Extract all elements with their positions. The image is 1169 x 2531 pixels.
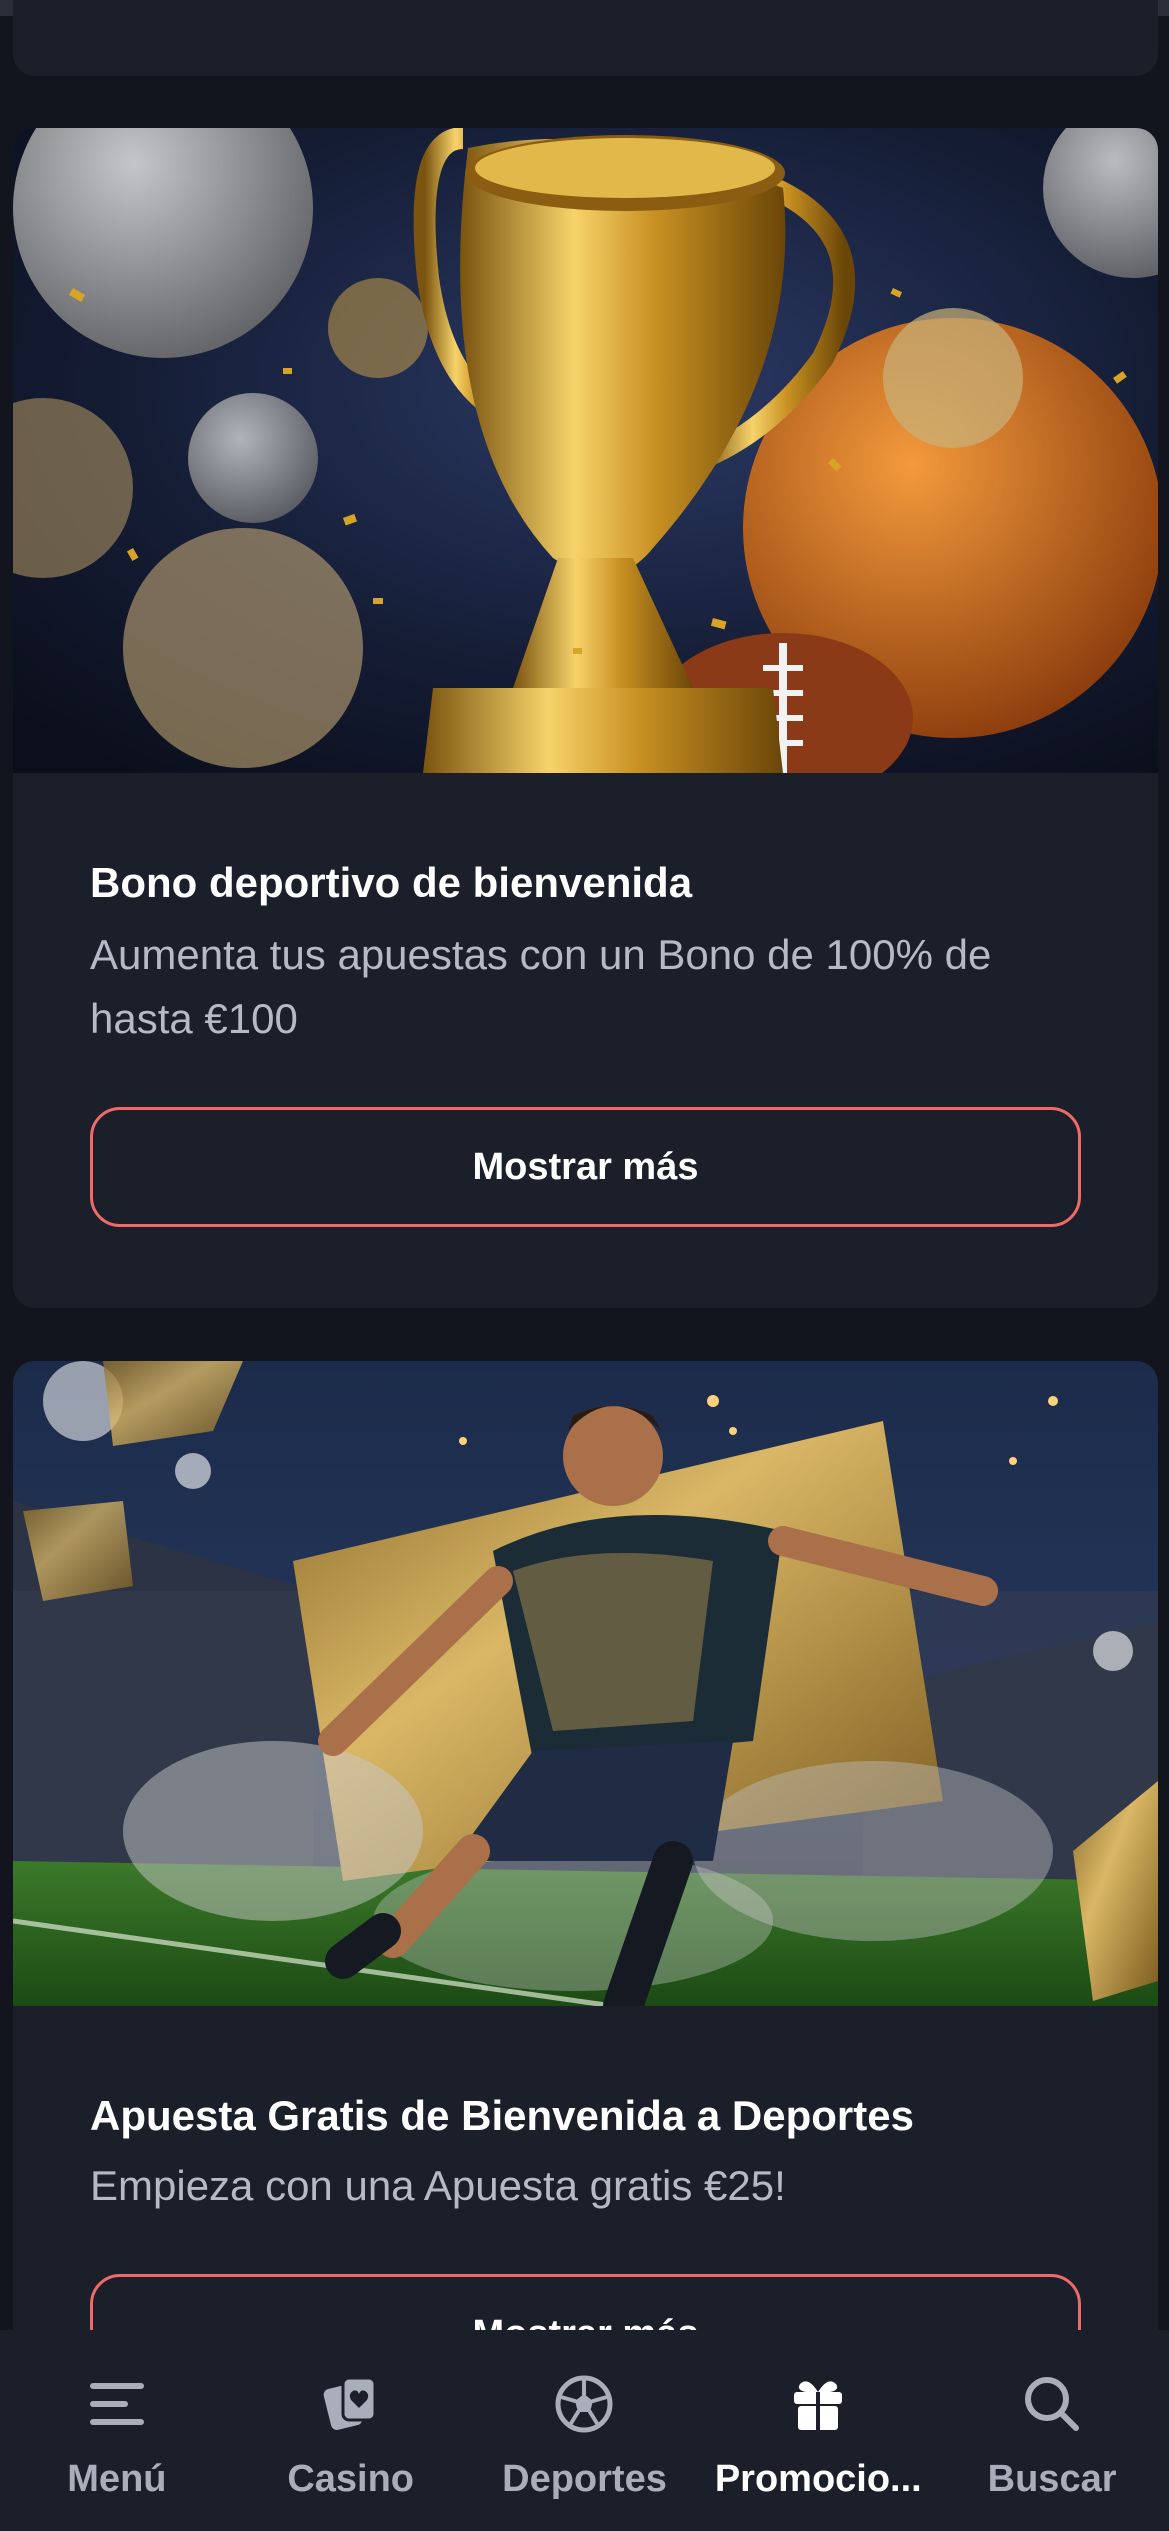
promo-title: Apuesta Gratis de Bienvenida a Deportes bbox=[90, 2092, 914, 2139]
soccer-ball-icon bbox=[555, 2375, 613, 2433]
previous-promo-card bbox=[13, 0, 1158, 76]
football-player-ticket-image bbox=[13, 1361, 1158, 2006]
nav-label: Casino bbox=[287, 2458, 415, 2500]
nav-item-casino[interactable]: Casino bbox=[236, 2330, 466, 2501]
trophy-sports-image bbox=[13, 128, 1158, 773]
nav-label: Menú bbox=[67, 2458, 167, 2500]
bottom-navigation: Menú Casino Deportes Promocio... Buscar bbox=[0, 2330, 1169, 2531]
promo-description: Aumenta tus apuestas con un Bono de 100%… bbox=[90, 931, 992, 1042]
promotions-page: Bono deportivo de bienvenida Aumenta tus… bbox=[0, 0, 1169, 2531]
nav-label: Deportes bbox=[502, 2458, 667, 2500]
menu-icon bbox=[89, 2383, 144, 2425]
nav-item-search[interactable]: Buscar bbox=[937, 2330, 1167, 2501]
search-icon bbox=[1025, 2377, 1080, 2431]
show-more-button[interactable]: Mostrar más bbox=[90, 1107, 1081, 1227]
nav-item-sports[interactable]: Deportes bbox=[469, 2330, 699, 2501]
nav-item-promotions[interactable]: Promocio... bbox=[703, 2330, 933, 2501]
nav-label: Buscar bbox=[987, 2458, 1117, 2500]
casino-cards-icon bbox=[323, 2376, 377, 2430]
gift-icon bbox=[794, 2381, 843, 2430]
promo-description: Empieza con una Apuesta gratis €25! bbox=[90, 2162, 786, 2209]
promo-card-sports-bonus: Bono deportivo de bienvenida Aumenta tus… bbox=[13, 128, 1158, 1308]
nav-label: Promocio... bbox=[714, 2458, 922, 2500]
promo-card-body: Bono deportivo de bienvenida Aumenta tus… bbox=[13, 857, 1158, 1227]
nav-item-menu[interactable]: Menú bbox=[2, 2330, 232, 2501]
promo-title: Bono deportivo de bienvenida bbox=[90, 859, 693, 906]
